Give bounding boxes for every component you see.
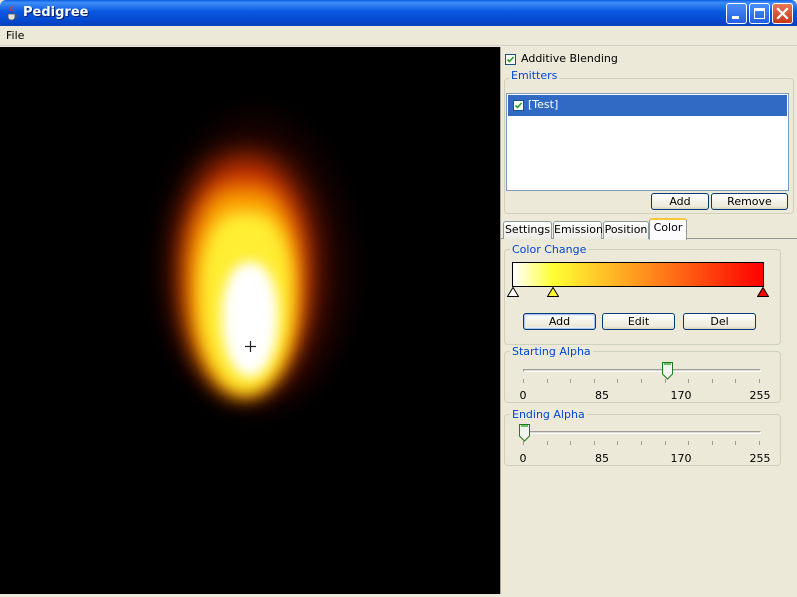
delete-color-button[interactable]: Del — [683, 313, 756, 330]
add-color-button[interactable]: Add — [523, 313, 596, 330]
slider-tick — [547, 379, 548, 383]
additive-blending-checkbox[interactable] — [505, 54, 516, 65]
gradient-marker-red[interactable] — [757, 287, 769, 297]
title-bar[interactable]: Pedigree — [0, 0, 797, 26]
slider-tick — [641, 441, 642, 445]
tab-emission[interactable]: Emission — [553, 221, 603, 239]
starting-alpha-tick-85: 85 — [595, 389, 609, 402]
starting-alpha-tick-0: 0 — [519, 389, 527, 402]
edit-color-button[interactable]: Edit — [602, 313, 675, 330]
starting-alpha-tick-170: 170 — [670, 389, 692, 402]
ending-alpha-tick-0: 0 — [519, 452, 527, 465]
starting-alpha-slider-thumb[interactable] — [662, 362, 673, 380]
window-title: Pedigree — [23, 5, 89, 20]
slider-tick — [735, 379, 736, 383]
slider-tick — [759, 441, 760, 445]
ending-alpha-slider-thumb[interactable] — [519, 424, 530, 442]
slider-tick — [665, 379, 666, 383]
tab-color[interactable]: Color — [649, 218, 687, 240]
maximize-icon — [754, 8, 765, 19]
color-change-group-title: Color Change — [510, 243, 589, 256]
checkmark-icon — [514, 102, 523, 109]
crosshair-icon — [245, 341, 256, 352]
minimize-icon — [732, 16, 739, 19]
starting-alpha-track[interactable] — [523, 369, 761, 372]
slider-tick — [570, 441, 571, 445]
slider-tick — [617, 441, 618, 445]
slider-tick — [641, 379, 642, 383]
ending-alpha-group — [504, 414, 781, 466]
gradient-marker-yellow[interactable] — [547, 287, 559, 297]
slider-tick — [523, 379, 524, 383]
java-coffee-cup-icon — [7, 5, 19, 21]
slider-tick — [759, 379, 760, 383]
control-panel: Additive Blending Emitters [Test] Add Re… — [500, 47, 797, 594]
color-gradient-bar[interactable] — [512, 262, 764, 287]
slider-tick — [712, 379, 713, 383]
emitter-enabled-checkbox[interactable] — [513, 100, 524, 111]
slider-tick — [523, 441, 524, 445]
starting-alpha-group-title: Starting Alpha — [510, 345, 593, 358]
emitter-name: [Test] — [528, 98, 559, 111]
tab-position[interactable]: Position — [603, 221, 649, 239]
slider-tick — [665, 441, 666, 445]
emitters-group-title: Emitters — [509, 69, 560, 82]
slider-tick — [594, 441, 595, 445]
color-tab-page: Color Change Add Edit Del Starting Alpha — [501, 239, 797, 594]
ending-alpha-group-title: Ending Alpha — [510, 408, 587, 421]
checkmark-icon — [506, 56, 515, 63]
menu-file[interactable]: File — [6, 29, 24, 42]
maximize-button[interactable] — [749, 3, 770, 24]
starting-alpha-tick-255: 255 — [749, 389, 771, 402]
ending-alpha-tick-170: 170 — [670, 452, 692, 465]
close-icon — [776, 7, 789, 20]
slider-tick — [712, 441, 713, 445]
tab-settings[interactable]: Settings — [503, 221, 552, 239]
ending-alpha-track[interactable] — [523, 431, 761, 434]
flame-white-core — [222, 262, 278, 377]
application-window: Pedigree File Additive Blending Emitters… — [0, 0, 797, 597]
slider-tick — [570, 379, 571, 383]
ending-alpha-tick-85: 85 — [595, 452, 609, 465]
slider-tick — [547, 441, 548, 445]
slider-tick — [688, 379, 689, 383]
list-item[interactable]: [Test] — [508, 95, 787, 116]
slider-tick — [594, 379, 595, 383]
gradient-marker-white[interactable] — [507, 287, 519, 297]
additive-blending-label: Additive Blending — [521, 52, 618, 65]
slider-tick — [617, 379, 618, 383]
starting-alpha-group — [504, 351, 781, 403]
remove-emitter-button[interactable]: Remove — [711, 193, 788, 210]
add-emitter-button[interactable]: Add — [651, 193, 709, 210]
close-button[interactable] — [772, 3, 793, 24]
slider-tick — [735, 441, 736, 445]
particle-preview-canvas[interactable] — [0, 47, 500, 594]
menu-bar: File — [0, 26, 797, 46]
minimize-button[interactable] — [726, 3, 747, 24]
slider-tick — [688, 441, 689, 445]
emitters-list[interactable]: [Test] — [506, 93, 789, 191]
ending-alpha-tick-255: 255 — [749, 452, 771, 465]
